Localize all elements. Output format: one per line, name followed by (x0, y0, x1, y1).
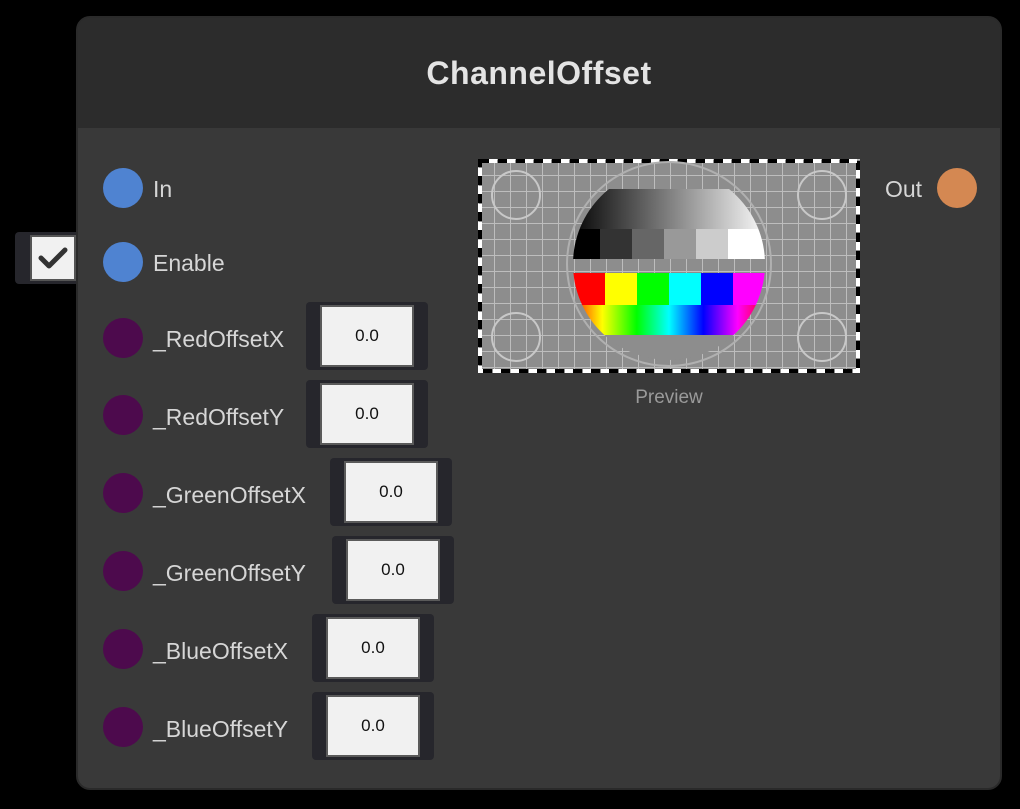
node-header[interactable]: ChannelOffset (78, 18, 1000, 128)
blue-offset-y-input[interactable]: 0.0 (326, 695, 420, 757)
green-offset-y-field-container: 0.0 (332, 536, 454, 604)
red-offset-y-field-container: 0.0 (306, 380, 428, 448)
port-blue-offset-y[interactable] (103, 707, 143, 747)
blue-offset-x-input[interactable]: 0.0 (326, 617, 420, 679)
param-label-blue-offset-x: _BlueOffsetX (153, 638, 289, 664)
port-green-offset-x[interactable] (103, 473, 143, 513)
param-label-green-offset-y: _GreenOffsetY (153, 560, 306, 586)
test-pattern-graphic (478, 159, 860, 373)
green-offset-x-field-container: 0.0 (330, 458, 452, 526)
port-label-enable: Enable (153, 250, 225, 276)
port-green-offset-y[interactable] (103, 551, 143, 591)
red-offset-y-input[interactable]: 0.0 (320, 383, 414, 445)
green-offset-y-input[interactable]: 0.0 (346, 539, 440, 601)
port-label-in: In (153, 176, 173, 202)
green-offset-x-input[interactable]: 0.0 (344, 461, 438, 523)
blue-offset-y-field-container: 0.0 (312, 692, 434, 760)
enable-checkbox[interactable] (30, 235, 76, 281)
port-out[interactable] (937, 168, 977, 208)
param-label-green-offset-x: _GreenOffsetX (153, 482, 306, 508)
param-label-blue-offset-y: _BlueOffsetY (153, 716, 289, 742)
port-in[interactable] (103, 168, 143, 208)
preview-label: Preview (635, 387, 703, 408)
red-offset-x-input[interactable]: 0.0 (320, 305, 414, 367)
checkmark-icon (38, 247, 68, 269)
param-label-red-offset-y: _RedOffsetY (153, 404, 285, 430)
port-enable[interactable] (103, 242, 143, 282)
blue-offset-x-field-container: 0.0 (312, 614, 434, 682)
port-red-offset-y[interactable] (103, 395, 143, 435)
port-label-out: Out (885, 176, 923, 202)
port-blue-offset-x[interactable] (103, 629, 143, 669)
param-label-red-offset-x: _RedOffsetX (153, 326, 285, 352)
port-red-offset-x[interactable] (103, 318, 143, 358)
red-offset-x-field-container: 0.0 (306, 302, 428, 370)
node-title: ChannelOffset (426, 54, 652, 91)
preview-image (478, 159, 860, 373)
